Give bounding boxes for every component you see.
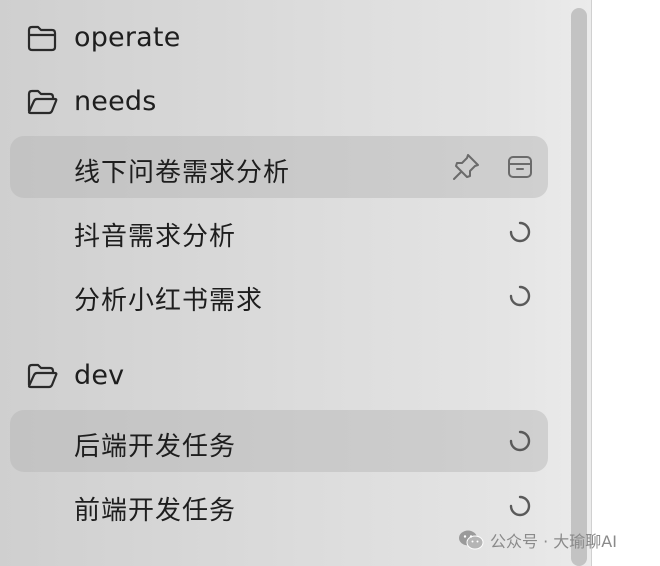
task-row-selected[interactable]: 后端开发任务 [10, 410, 548, 472]
task-label: 线下问卷需求分析 [74, 158, 291, 188]
archive-icon[interactable] [506, 153, 534, 181]
task-row[interactable]: 前端开发任务 [0, 474, 560, 536]
watermark: 公众号 · 大瑜聊AI [458, 528, 617, 552]
loading-spinner-icon [509, 495, 531, 517]
folder-label: operate [74, 22, 181, 53]
folder-row-dev[interactable]: dev [0, 344, 560, 406]
folder-open-icon [27, 89, 58, 115]
scrollbar-thumb[interactable] [571, 8, 587, 566]
task-row[interactable]: 分析小红书需求 [0, 264, 560, 326]
folder-icon [27, 25, 57, 52]
project-sidebar: operate needs 线下问卷需求分析 抖音需求分析 分析小红书需求 de… [0, 0, 592, 566]
folder-label: needs [74, 86, 157, 117]
task-row-selected[interactable]: 线下问卷需求分析 [10, 136, 548, 198]
folder-row-operate[interactable]: operate [0, 6, 560, 68]
folder-row-needs[interactable]: needs [0, 70, 560, 132]
task-label: 前端开发任务 [74, 496, 237, 526]
pin-icon[interactable] [451, 152, 481, 182]
loading-spinner-icon [509, 221, 531, 243]
loading-spinner-icon [509, 285, 531, 307]
task-label: 分析小红书需求 [74, 286, 264, 316]
watermark-text: 公众号 · 大瑜聊AI [490, 532, 617, 551]
loading-spinner-icon [509, 430, 531, 452]
task-label: 抖音需求分析 [74, 222, 237, 252]
task-row[interactable]: 抖音需求分析 [0, 200, 560, 262]
wechat-icon [459, 530, 484, 550]
folder-label: dev [74, 360, 125, 391]
folder-open-icon [27, 363, 58, 389]
task-label: 后端开发任务 [74, 432, 237, 462]
